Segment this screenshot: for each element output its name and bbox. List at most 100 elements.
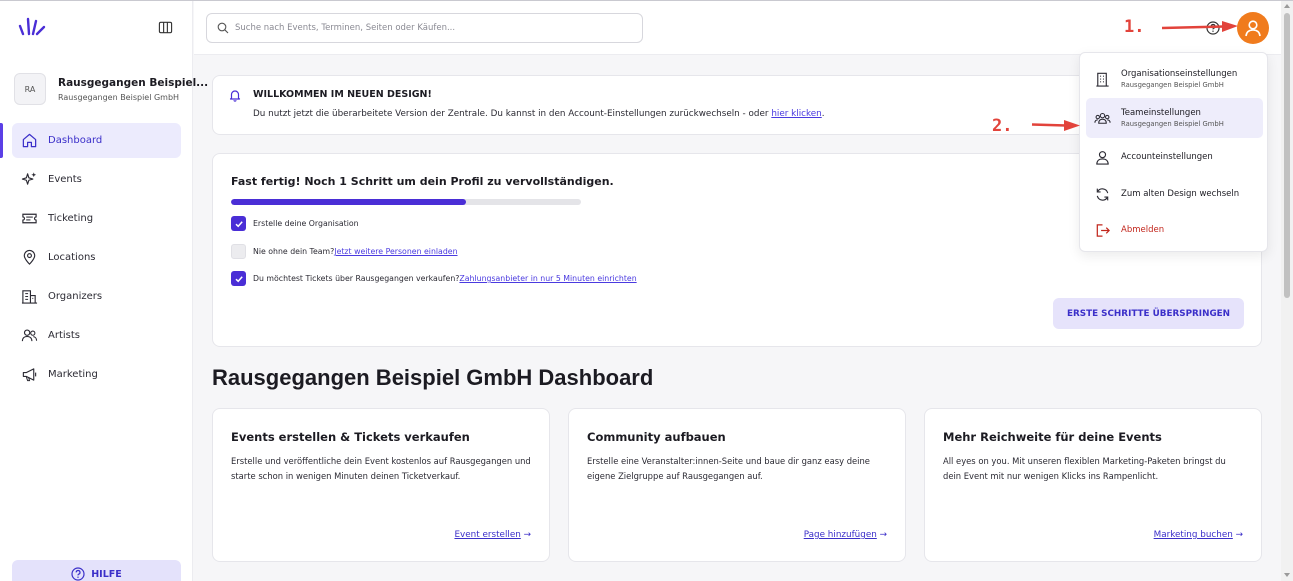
sidebar-toggle-icon[interactable]	[158, 20, 173, 35]
sidebar-item-label: Artists	[48, 330, 80, 341]
sidebar: RA Rausgegangen Beispiel... Rausgegangen…	[0, 1, 208, 581]
menu-item-sub: Rausgegangen Beispiel GmbH	[1121, 81, 1224, 89]
bell-icon	[229, 90, 241, 102]
annotation-arrow-2-icon	[1031, 120, 1080, 131]
org-avatar: RA	[14, 73, 46, 105]
welcome-title: WILLKOMMEN IM NEUEN DESIGN!	[253, 89, 432, 100]
building-icon	[1096, 72, 1109, 87]
check-icon	[234, 275, 243, 282]
scroll-down-arrow-icon[interactable]	[1284, 573, 1290, 577]
arrow-right-icon: →	[1235, 530, 1243, 540]
question-icon	[71, 567, 85, 581]
sidebar-nav: Dashboard Events Ticketing Locations Org…	[0, 123, 193, 396]
menu-item-sub: Rausgegangen Beispiel GmbH	[1121, 120, 1224, 128]
top-header	[194, 1, 1281, 55]
feature-card-community: Community aufbauen Erstelle eine Veranst…	[568, 408, 906, 562]
search-input[interactable]	[235, 23, 625, 33]
sidebar-item-label: Ticketing	[48, 213, 94, 224]
arrow-right-icon: →	[523, 530, 531, 540]
rausgegangen-logo-icon[interactable]	[18, 17, 48, 37]
help-button[interactable]: HILFE	[12, 560, 181, 581]
check-icon	[234, 220, 243, 227]
sidebar-item-ticketing[interactable]: Ticketing	[12, 201, 181, 236]
skip-onboarding-button[interactable]: ERSTE SCHRITTE ÜBERSPRINGEN	[1053, 298, 1244, 329]
menu-item-team-settings[interactable]: Teameinstellungen Rausgegangen Beispiel G…	[1086, 98, 1263, 138]
link-label: Marketing buchen	[1153, 530, 1233, 540]
feature-text: Erstelle und veröffentliche dein Event k…	[231, 456, 531, 481]
arrow-right-icon: →	[879, 530, 887, 540]
sidebar-item-events[interactable]: Events	[12, 162, 181, 197]
feature-title: Mehr Reichweite für deine Events	[943, 430, 1162, 444]
megaphone-icon	[22, 368, 37, 382]
logout-icon	[1096, 223, 1110, 237]
payment-provider-link[interactable]: Zahlungsanbieter in nur 5 Minuten einric…	[459, 274, 636, 283]
onboarding-step: Nie ohne dein Team? Jetzt weitere Person…	[231, 244, 458, 259]
sparkle-icon	[21, 172, 37, 185]
users-icon	[21, 329, 38, 342]
annotation-arrow-1-icon	[1161, 21, 1238, 32]
menu-item-label: Organisationseinstellungen	[1121, 69, 1238, 79]
create-event-link[interactable]: Event erstellen →	[454, 530, 531, 540]
link-label: Page hinzufügen	[803, 530, 877, 540]
annotation-step-1: 1.	[1124, 17, 1145, 37]
menu-item-label: Accounteinstellungen	[1121, 152, 1213, 162]
sidebar-item-marketing[interactable]: Marketing	[12, 357, 181, 392]
refresh-icon	[1096, 187, 1109, 201]
step-checkbox[interactable]	[231, 271, 246, 286]
user-icon	[1096, 150, 1109, 165]
step-checkbox[interactable]	[231, 216, 246, 231]
switch-design-link[interactable]: hier klicken	[771, 109, 821, 119]
sidebar-item-label: Events	[48, 174, 82, 185]
menu-item-organization-settings[interactable]: Organisationseinstellungen Rausgegangen B…	[1086, 59, 1263, 99]
search-box[interactable]	[206, 13, 643, 43]
scrollbar-thumb[interactable]	[1284, 13, 1290, 298]
location-pin-icon	[23, 249, 36, 265]
org-switcher[interactable]: RA Rausgegangen Beispiel... Rausgegangen…	[14, 73, 208, 105]
add-page-link[interactable]: Page hinzufügen →	[804, 530, 887, 540]
home-icon	[22, 133, 37, 148]
page-title: Rausgegangen Beispiel GmbH Dashboard	[212, 365, 654, 390]
step-checkbox[interactable]	[231, 244, 246, 259]
feature-card-marketing: Mehr Reichweite für deine Events All eye…	[924, 408, 1262, 562]
book-marketing-link[interactable]: Marketing buchen →	[1154, 530, 1243, 540]
sidebar-item-dashboard[interactable]: Dashboard	[0, 123, 181, 158]
menu-item-label: Zum alten Design wechseln	[1121, 189, 1240, 199]
sidebar-item-label: Dashboard	[48, 135, 103, 146]
menu-item-account-settings[interactable]: Accounteinstellungen	[1086, 137, 1263, 177]
menu-item-label: Abmelden	[1121, 225, 1165, 235]
progress-fill	[231, 199, 466, 205]
org-name: Rausgegangen Beispiel...	[58, 76, 209, 89]
welcome-text: Du nutzt jetzt die überarbeitete Version…	[253, 109, 825, 119]
onboarding-progress-bar	[231, 199, 581, 205]
account-dropdown-menu: Organisationseinstellungen Rausgegangen B…	[1079, 52, 1268, 252]
user-avatar-button[interactable]	[1237, 12, 1269, 44]
feature-card-events: Events erstellen & Tickets verkaufen Ers…	[212, 408, 550, 562]
sidebar-item-artists[interactable]: Artists	[12, 318, 181, 353]
sidebar-item-label: Organizers	[48, 291, 103, 302]
menu-item-switch-design[interactable]: Zum alten Design wechseln	[1086, 174, 1263, 214]
menu-item-logout[interactable]: Abmelden	[1086, 210, 1263, 250]
menu-item-label: Teameinstellungen	[1121, 108, 1201, 118]
invite-team-link[interactable]: Jetzt weitere Personen einladen	[334, 247, 457, 256]
feature-text: Erstelle eine Veranstalter:innen-Seite u…	[587, 456, 870, 481]
step-text: Du möchtest Tickets über Rausgegangen ve…	[253, 274, 460, 283]
user-avatar-icon	[1245, 20, 1261, 37]
onboarding-title: Fast fertig! Noch 1 Schritt um dein Prof…	[231, 175, 614, 188]
org-subtitle: Rausgegangen Beispiel GmbH	[58, 92, 180, 102]
sidebar-item-label: Locations	[48, 252, 96, 263]
step-text: Erstelle deine Organisation	[253, 219, 359, 228]
scroll-up-arrow-icon[interactable]	[1284, 4, 1290, 8]
help-label: HILFE	[91, 568, 122, 580]
page-scrollbar[interactable]	[1281, 1, 1293, 581]
sidebar-item-locations[interactable]: Locations	[12, 240, 181, 275]
sidebar-item-organizers[interactable]: Organizers	[12, 279, 181, 314]
building-icon	[21, 290, 38, 304]
feature-text: All eyes on you. Mit unseren flexiblen M…	[943, 456, 1226, 481]
welcome-message: Du nutzt jetzt die überarbeitete Version…	[253, 109, 772, 119]
link-label: Event erstellen	[454, 530, 521, 540]
step-text: Nie ohne dein Team?	[253, 247, 335, 256]
feature-title: Community aufbauen	[587, 430, 726, 444]
feature-title: Events erstellen & Tickets verkaufen	[231, 430, 470, 444]
onboarding-step: Du möchtest Tickets über Rausgegangen ve…	[231, 271, 637, 286]
onboarding-step: Erstelle deine Organisation	[231, 216, 359, 231]
